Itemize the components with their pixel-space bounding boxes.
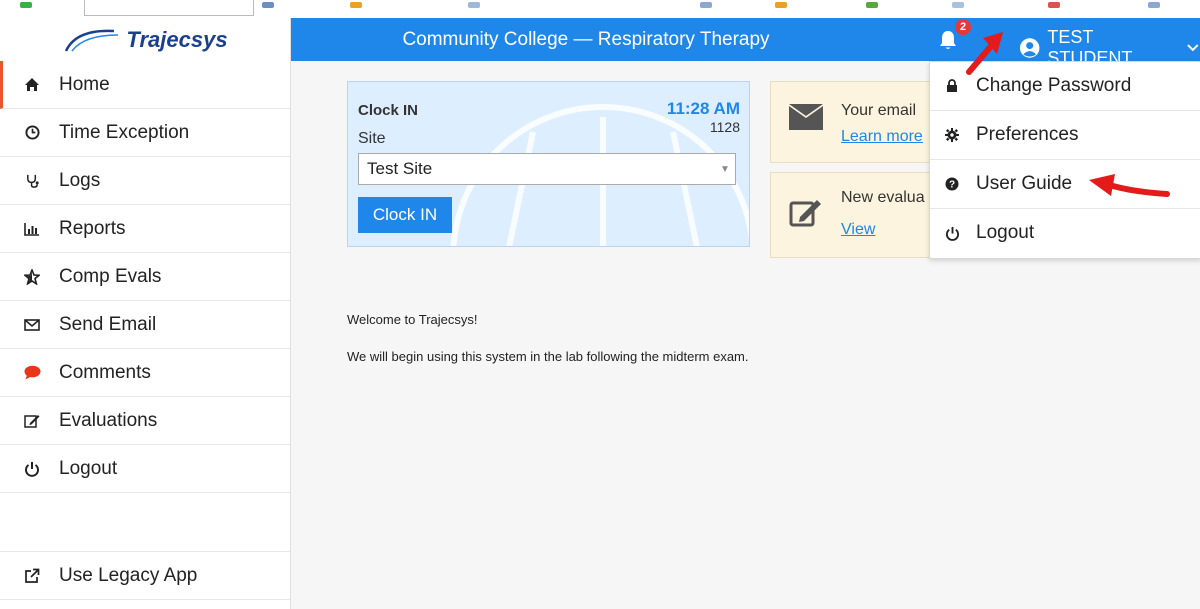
star-icon — [22, 268, 42, 285]
brand-name: Trajecsys — [126, 26, 228, 52]
evaluation-notice-text: New evalua — [841, 189, 925, 206]
bookmark-icon[interactable] — [468, 2, 480, 8]
home-icon — [22, 77, 42, 92]
sidebar-item-logout[interactable]: Logout — [0, 445, 290, 493]
bookmark-icon[interactable] — [1048, 2, 1060, 8]
gear-icon — [944, 128, 960, 142]
envelope-icon — [22, 318, 42, 331]
welcome-heading: Welcome to Trajecsys! — [347, 312, 478, 327]
menu-item-label: Preferences — [976, 124, 1079, 145]
bookmark-icon[interactable] — [700, 2, 712, 8]
edit-icon — [22, 413, 42, 428]
sidebar-item-comp-evals[interactable]: Comp Evals — [0, 253, 290, 301]
comment-icon — [22, 365, 42, 380]
brand-logo[interactable]: Trajecsys — [0, 18, 290, 61]
clock-icon — [22, 125, 42, 140]
sidebar-spacer — [0, 493, 290, 552]
bookmark-icon[interactable] — [20, 2, 32, 8]
bookmark-icon[interactable] — [262, 2, 274, 8]
learn-more-link[interactable]: Learn more — [841, 128, 923, 146]
clock-time-number: 1128 — [709, 119, 740, 135]
site-label: Site — [358, 130, 386, 147]
power-icon — [944, 226, 960, 241]
logo-swoosh-icon — [65, 29, 119, 52]
svg-text:?: ? — [949, 180, 955, 191]
sidebar-item-logs[interactable]: Logs — [0, 157, 290, 205]
sidebar-item-time-exception[interactable]: Time Exception — [0, 109, 290, 157]
bookmark-icon[interactable] — [866, 2, 878, 8]
annotation-arrow-icon — [966, 32, 1003, 75]
sidebar-item-evaluations[interactable]: Evaluations — [0, 397, 290, 445]
stethoscope-icon — [22, 173, 42, 188]
sidebar-item-label: Logout — [59, 457, 118, 479]
sidebar-item-label: Comments — [59, 361, 151, 383]
sidebar-item-label: Home — [59, 73, 110, 95]
menu-item-label: User Guide — [976, 173, 1073, 194]
bookmark-icon[interactable] — [350, 2, 362, 8]
site-select-value: Test Site — [367, 159, 433, 178]
sidebar-item-comments[interactable]: Comments — [0, 349, 290, 397]
sidebar-item-label: Time Exception — [59, 121, 190, 143]
page-title: Community College — Respiratory Therapy — [402, 29, 770, 50]
menu-item-preferences[interactable]: Preferences — [930, 111, 1200, 160]
clock-in-label: Clock IN — [358, 102, 419, 119]
top-bar: Community College — Respiratory Therapy … — [291, 18, 1200, 68]
sidebar-item-label: Comp Evals — [59, 265, 162, 287]
view-link[interactable]: View — [841, 221, 875, 239]
user-dropdown-menu: Change Password Preferences ? User Guide… — [929, 61, 1200, 259]
sidebar-item-label: Send Email — [59, 313, 157, 335]
question-circle-icon: ? — [944, 177, 960, 191]
clock-in-button[interactable]: Clock IN — [358, 197, 452, 233]
bookmark-icon[interactable] — [1148, 2, 1160, 8]
chevron-down-icon — [1187, 44, 1199, 52]
welcome-message: We will begin using this system in the l… — [347, 349, 749, 364]
menu-item-logout[interactable]: Logout — [930, 209, 1200, 257]
sidebar-item-use-legacy-app[interactable]: Use Legacy App — [0, 552, 290, 600]
external-link-icon — [22, 568, 42, 584]
browser-bookmarks-bar — [0, 0, 1200, 19]
user-circle-icon — [1019, 38, 1040, 58]
email-notice-text: Your email — [841, 102, 917, 119]
sidebar-item-label: Use Legacy App — [59, 564, 198, 586]
email-notice-card: Your email Learn more — [770, 81, 942, 163]
lock-icon — [944, 79, 960, 93]
sidebar-item-label: Reports — [59, 217, 126, 239]
annotation-arrow-icon — [1089, 174, 1170, 197]
site-select[interactable]: Test Site ▼ — [358, 153, 736, 185]
caret-down-icon: ▼ — [720, 163, 730, 175]
bookmark-icon[interactable] — [775, 2, 787, 8]
menu-item-label: Logout — [976, 222, 1035, 243]
bar-chart-icon — [22, 222, 42, 236]
sidebar-item-label: Evaluations — [59, 409, 158, 431]
sidebar-item-send-email[interactable]: Send Email — [0, 301, 290, 349]
clock-in-panel: Clock IN 11:28 AM 1128 Site Test Site ▼ … — [347, 81, 750, 247]
browser-address-field[interactable] — [84, 0, 254, 16]
evaluation-notice-card: New evalua View — [770, 172, 942, 258]
sidebar-item-label: Logs — [59, 169, 101, 191]
envelope-icon — [789, 104, 823, 130]
sidebar-item-reports[interactable]: Reports — [0, 205, 290, 253]
clock-time: 11:28 AM — [666, 99, 740, 118]
edit-icon — [789, 200, 821, 227]
sidebar: Trajecsys Home Time Exception Logs Repor… — [0, 18, 291, 609]
sidebar-item-home[interactable]: Home — [0, 61, 290, 109]
power-icon — [22, 461, 42, 477]
menu-item-label: Change Password — [976, 75, 1132, 96]
bookmark-icon[interactable] — [952, 2, 964, 8]
